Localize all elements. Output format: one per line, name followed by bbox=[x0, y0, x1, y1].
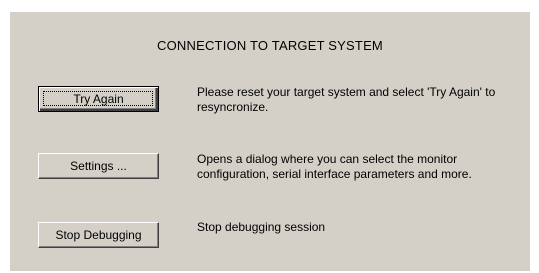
stop-debugging-label: Stop Debugging bbox=[55, 228, 142, 242]
connection-dialog: CONNECTION TO TARGET SYSTEM Try Again Pl… bbox=[9, 11, 531, 271]
try-again-label: Try Again bbox=[73, 92, 124, 106]
try-again-description: Please reset your target system and sele… bbox=[197, 85, 496, 114]
dialog-title: CONNECTION TO TARGET SYSTEM bbox=[157, 38, 383, 53]
try-again-button[interactable]: Try Again bbox=[38, 86, 159, 112]
settings-button[interactable]: Settings ... bbox=[38, 153, 159, 179]
stop-debugging-button[interactable]: Stop Debugging bbox=[38, 222, 159, 248]
stop-debugging-description: Stop debugging session bbox=[197, 220, 326, 234]
settings-description: Opens a dialog where you can select the … bbox=[197, 152, 472, 181]
settings-label: Settings ... bbox=[70, 159, 127, 173]
